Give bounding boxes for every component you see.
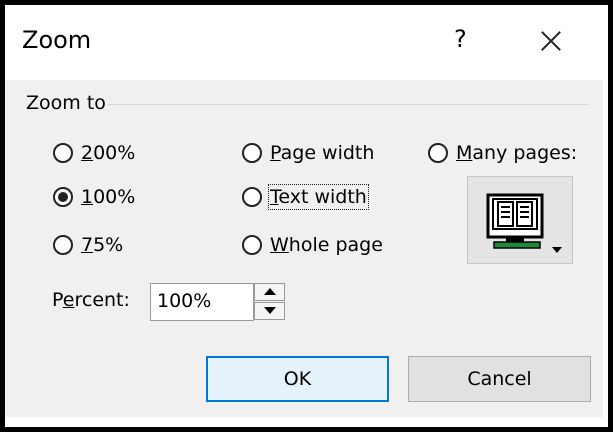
percent-increment-button[interactable] (254, 283, 285, 301)
monitor-pages-icon (486, 193, 562, 253)
zoom-to-group-label: Zoom to (26, 92, 106, 114)
radio-75-button[interactable] (53, 235, 73, 255)
radio-many-pages-label: Many pages: (456, 142, 578, 164)
radio-text-width[interactable]: Text width (242, 184, 369, 210)
many-pages-picker-button[interactable] (467, 176, 573, 264)
radio-page-width-button[interactable] (242, 143, 262, 163)
radio-200-label: 200% (81, 142, 136, 164)
ok-button[interactable]: OK (206, 356, 389, 402)
radio-100-label: 100% (81, 186, 136, 208)
percent-input[interactable]: 100% (150, 283, 254, 321)
radio-75[interactable]: 75% (53, 234, 123, 256)
radio-page-width-label: Page width (270, 142, 375, 164)
close-icon[interactable] (540, 30, 562, 52)
help-button[interactable]: ? (454, 25, 467, 53)
group-divider (108, 104, 588, 105)
radio-whole-page[interactable]: Whole page (242, 234, 383, 256)
radio-many-pages[interactable]: Many pages: (428, 142, 577, 164)
radio-whole-page-button[interactable] (242, 235, 262, 255)
radio-page-width[interactable]: Page width (242, 142, 374, 164)
radio-100[interactable]: 100% (53, 186, 135, 208)
radio-text-width-label: Text width (268, 184, 369, 210)
radio-200[interactable]: 200% (53, 142, 135, 164)
radio-text-width-button[interactable] (242, 187, 262, 207)
percent-decrement-button[interactable] (254, 302, 285, 320)
dialog-title: Zoom (22, 26, 92, 54)
radio-selected-dot (58, 192, 68, 202)
radio-75-label: 75% (81, 234, 124, 256)
percent-label: Percent: (52, 289, 130, 311)
cancel-button[interactable]: Cancel (408, 356, 591, 402)
radio-many-pages-button[interactable] (428, 143, 448, 163)
dropdown-arrow-icon (552, 247, 562, 253)
radio-200-button[interactable] (53, 143, 73, 163)
radio-100-button[interactable] (53, 187, 73, 207)
radio-whole-page-label: Whole page (270, 234, 383, 256)
